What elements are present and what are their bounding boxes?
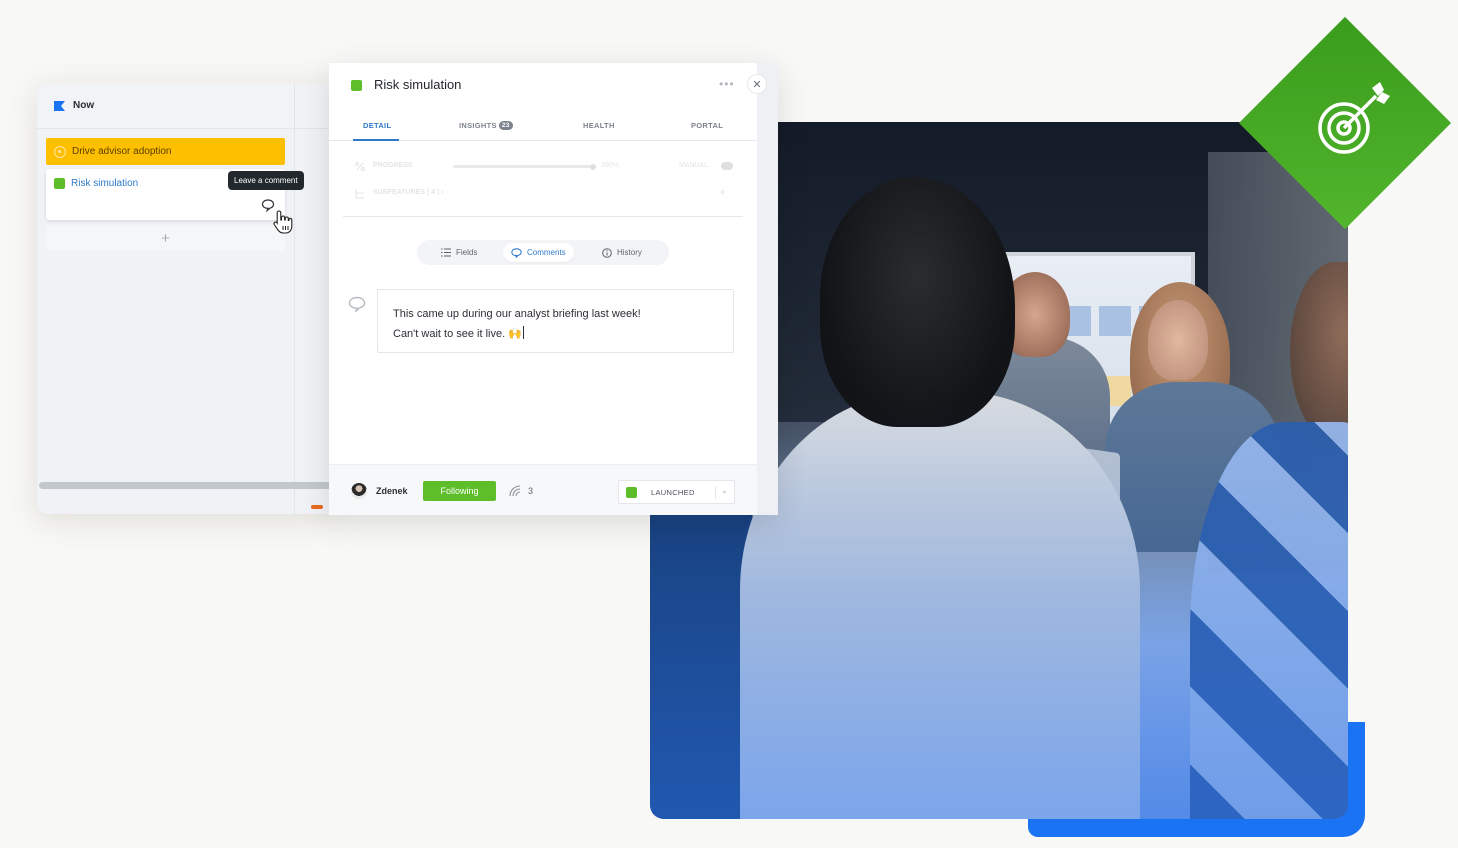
tab-detail[interactable]: DETAIL [363,121,391,130]
status-swatch [626,487,637,498]
detail-side-rail [757,63,778,515]
progress-row: PROGRESS 100% MANUAL [355,161,735,173]
manual-toggle[interactable] [721,162,733,170]
following-button[interactable]: Following [423,481,496,501]
subfeatures-icon [355,189,364,199]
chevron-down-icon[interactable]: ⌄ [721,486,728,495]
hand-cursor-icon [273,210,293,234]
progress-label: PROGRESS [373,162,413,169]
target-arrow-icon [1318,82,1390,154]
segment-comments[interactable]: Comments [503,243,574,262]
comment-input[interactable]: This came up during our analyst briefing… [377,289,734,353]
progress-slider-handle[interactable] [590,163,596,170]
segment-history-label: History [617,248,642,257]
add-card-button[interactable]: + [46,225,285,251]
horizontal-scrollbar[interactable] [39,482,337,489]
text-caret [522,326,524,339]
dropdown-separator [715,486,716,499]
close-button[interactable]: ✕ [747,74,767,94]
info-icon [602,247,612,258]
subfeatures-label[interactable]: SUBFEATURES ( 4 ) › [373,189,444,196]
comment-text-line-2-content: Can't wait to see it live. 🙌 [393,328,522,340]
tab-insights-label: INSIGHTS [459,121,497,130]
goal-card-label: Drive advisor adoption [72,146,172,157]
goal-card[interactable]: Drive advisor adoption [46,138,285,165]
status-label: LAUNCHED [651,488,695,497]
status-dropdown[interactable]: LAUNCHED ⌄ [618,480,735,504]
detail-content: Risk simulation ••• DETAIL INSIGHTS 23 HE… [329,63,757,515]
segment-fields[interactable]: Fields [433,243,485,262]
section-divider [343,216,743,217]
segment-history[interactable]: History [594,243,650,262]
detail-tabs: DETAIL INSIGHTS 23 HEALTH PORTAL [329,109,757,141]
add-subfeature-button[interactable]: + [719,185,726,199]
subfeatures-row: SUBFEATURES ( 4 ) › + [355,185,735,200]
comment-icon [511,247,522,258]
assignee-name[interactable]: Zdenek [376,486,408,496]
comment-text-line-2: Can't wait to see it live. 🙌 [393,324,718,344]
goal-icon [54,145,66,158]
tab-health[interactable]: HEALTH [583,121,615,130]
detail-footer: Zdenek Following 3 LAUNCHED ⌄ [329,464,757,515]
flag-icon [54,100,65,111]
feature-detail-panel: Risk simulation ••• DETAIL INSIGHTS 23 HE… [329,63,778,515]
percent-icon [355,162,365,171]
scroll-indicator [311,505,323,509]
more-options-button[interactable]: ••• [719,77,735,91]
segment-fields-label: Fields [456,248,478,257]
insights-count-badge: 23 [498,121,513,130]
list-icon [441,248,451,257]
column-divider [294,83,295,514]
watchers-icon [509,485,521,497]
feature-status-swatch [54,178,65,189]
leave-comment-tooltip: Leave a comment [228,171,304,190]
feature-card-label[interactable]: Risk simulation [71,178,138,189]
tab-portal[interactable]: PORTAL [691,121,723,130]
feature-status-swatch [351,80,362,91]
progress-slider[interactable] [453,163,596,170]
active-tab-indicator [353,139,399,141]
watchers-count: 3 [528,486,534,496]
feature-title[interactable]: Risk simulation [374,77,461,92]
segment-comments-label: Comments [527,248,566,257]
manual-label: MANUAL [679,162,709,169]
column-title: Now [73,100,95,111]
avatar[interactable] [351,483,367,499]
board-column-header: Now [37,83,337,129]
comment-bubble-icon [348,296,366,312]
roadmap-board: Now Drive advisor adoption Risk simulati… [37,83,337,514]
comment-text-line-1: This came up during our analyst briefing… [393,308,641,320]
tab-insights[interactable]: INSIGHTS 23 [459,121,513,130]
activity-segmented-control: Fields Comments History [417,240,669,265]
progress-value: 100% [601,162,619,169]
